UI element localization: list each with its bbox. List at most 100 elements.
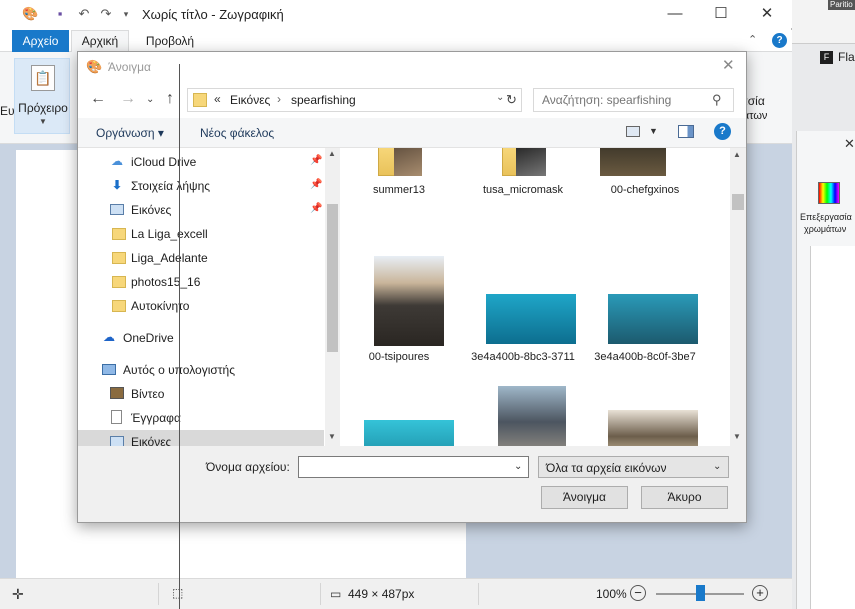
cancel-button[interactable]: Άκυρο (641, 486, 728, 509)
file-grid: summer13 tusa_micromask 00-chefgxinos 00… (340, 148, 746, 446)
download-icon: ⬇ (111, 178, 123, 192)
redo-icon[interactable]: ↷ (98, 6, 114, 22)
chevron-up-icon[interactable]: ▲ (328, 149, 336, 158)
close-icon[interactable]: ✕ (744, 0, 790, 28)
video-icon (110, 387, 124, 399)
zoom-in-icon[interactable]: + (752, 585, 768, 601)
address-bar[interactable]: « Εικόνες › spearfishing ⌄ (187, 88, 522, 112)
pin-icon[interactable]: 📌 (310, 179, 322, 190)
pictures-icon (110, 204, 124, 215)
file-item-summer13[interactable]: summer13 (340, 148, 458, 248)
clipboard-button[interactable]: 📋 Πρόχειρο ▼ (14, 58, 70, 134)
filename-combobox[interactable]: ⌄ (298, 456, 529, 478)
zoom-out-icon[interactable]: − (630, 585, 646, 601)
search-box[interactable]: ⚲ (533, 88, 734, 112)
nav-item-onedrive[interactable]: ☁ OneDrive (78, 326, 324, 350)
chevron-down-icon[interactable]: ▼ (328, 432, 336, 441)
edit-colors-label-2: χρωμάτων (804, 224, 847, 234)
nav-item-la-liga-excell[interactable]: La Liga_excell (78, 222, 324, 246)
chevron-down-icon: ⌄ (713, 461, 722, 472)
minimize-icon[interactable]: — (652, 0, 698, 28)
refresh-icon[interactable]: ↻ (502, 88, 522, 112)
up-arrow-icon[interactable]: ↑ (166, 90, 174, 108)
tab-view[interactable]: Προβολή (134, 30, 206, 52)
folder-icon (112, 228, 126, 240)
file-item-00-chefgxinos[interactable]: 00-chefgxinos (586, 148, 704, 248)
image-size: 449 × 487px (348, 587, 415, 601)
nav-item-liga-adelante[interactable]: Liga_Adelante (78, 246, 324, 270)
close-icon[interactable]: ✕ (722, 56, 735, 74)
photo-thumbnail (364, 420, 454, 446)
nav-item-car[interactable]: Αυτοκίνητο (78, 294, 324, 318)
undo-icon[interactable]: ↶ (76, 6, 92, 22)
open-button[interactable]: Άνοιγμα (541, 486, 628, 509)
status-bar: ✛ ⬚ ▭ 449 × 487px 100% − + (0, 578, 792, 609)
status-divider (478, 583, 479, 605)
file-name: tusa_micromask (482, 184, 564, 196)
background-tab[interactable]: Paritio (828, 0, 855, 10)
flash-label[interactable]: Fla (838, 50, 855, 64)
zoom-slider-thumb[interactable] (695, 585, 705, 601)
edit-colors-icon[interactable] (818, 182, 840, 204)
pin-icon[interactable]: 📌 (310, 203, 322, 214)
change-view-icon[interactable] (626, 126, 640, 137)
nav-item-videos[interactable]: Βίντεο (78, 382, 324, 406)
icloud-icon: ☁ (111, 154, 123, 168)
nav-item-pictures-selected[interactable]: Εικόνες (78, 430, 324, 446)
paint-app-icon[interactable]: 🎨 (22, 6, 38, 22)
forward-arrow-icon[interactable]: → (120, 90, 136, 108)
tab-home[interactable]: Αρχική (71, 30, 129, 53)
preview-pane-icon[interactable] (678, 125, 694, 138)
nav-item-downloads[interactable]: ⬇ Στοιχεία λήψης 📌 (78, 174, 324, 198)
chevron-down-icon[interactable]: ▼ (733, 432, 741, 441)
nav-item-label: Βίντεο (131, 387, 165, 401)
computer-icon (102, 364, 116, 375)
photo-thumbnail (608, 294, 698, 344)
chevron-down-icon[interactable]: ▼ (649, 126, 658, 136)
breadcrumb-pictures[interactable]: Εικόνες (230, 93, 270, 107)
chevron-up-icon[interactable]: ▲ (733, 150, 741, 159)
help-icon[interactable]: ? (714, 123, 731, 140)
search-icon[interactable]: ⚲ (712, 92, 722, 108)
close-icon[interactable]: ✕ (844, 136, 855, 152)
file-item-tusa-micromask[interactable]: tusa_micromask (464, 148, 582, 248)
file-type-value: Όλα τα αρχεία εικόνων (546, 461, 667, 475)
address-overflow[interactable]: « (214, 92, 221, 106)
filename-input[interactable] (299, 457, 509, 477)
file-item-24-6-11a[interactable]: 24-6-11a (586, 386, 704, 446)
file-grid-scrollbar-thumb[interactable] (732, 194, 744, 210)
selection-size-icon: ⬚ (172, 586, 184, 600)
back-arrow-icon[interactable]: ← (90, 90, 106, 108)
maximize-icon[interactable]: ☐ (698, 0, 744, 28)
new-folder-button[interactable]: Νέος φάκελος (200, 126, 274, 140)
nav-item-photos15-16[interactable]: photos15_16 (78, 270, 324, 294)
file-item-3e4a400b-8c35-e[interactable]: 3e4a400b-8c35-e (340, 386, 458, 446)
chevron-down-icon[interactable]: ⌄ (514, 461, 522, 472)
search-input[interactable] (534, 89, 709, 111)
file-grid-scrollbar[interactable] (730, 148, 746, 446)
file-item-3e4a400b-8bc3-3711[interactable]: 3e4a400b-8bc3-3711 (464, 254, 582, 374)
nav-item-label: iCloud Drive (131, 155, 197, 169)
help-icon[interactable]: ? (772, 33, 787, 48)
organize-button[interactable]: Οργάνωση ▾ (96, 126, 164, 140)
documents-icon (111, 410, 122, 424)
file-item-00-tsipoures[interactable]: 00-tsipoures (340, 254, 458, 374)
nav-scrollbar-thumb[interactable] (327, 204, 338, 352)
ribbon-collapse-icon[interactable]: ⌃ (748, 33, 757, 46)
file-type-select[interactable]: Όλα τα αρχεία εικόνων ⌄ (538, 456, 729, 478)
nav-item-this-pc[interactable]: Αυτός ο υπολογιστής (78, 358, 324, 382)
nav-item-icloud-drive[interactable]: ☁ iCloud Drive 📌 (78, 150, 324, 174)
nav-item-pictures[interactable]: Εικόνες 📌 (78, 198, 324, 222)
pin-icon[interactable]: 📌 (310, 155, 322, 166)
photo-thumbnail (498, 386, 566, 446)
file-item-3e4a400b-8c0f-3be7[interactable]: 3e4a400b-8c0f-3be7 (586, 254, 704, 374)
breadcrumb-separator[interactable]: › (277, 92, 281, 106)
recent-locations-icon[interactable]: ⌄ (146, 94, 154, 105)
tab-file[interactable]: Αρχείο (12, 30, 69, 52)
nav-item-label: OneDrive (123, 331, 174, 345)
nav-item-documents[interactable]: Έγγραφα (78, 406, 324, 430)
save-icon[interactable]: ▪ (52, 6, 68, 22)
breadcrumb-spearfishing[interactable]: spearfishing (291, 93, 356, 107)
file-item-3e4ad1f3-ed0c-b[interactable]: 3e4ad1f3-ed0c-b (464, 386, 582, 446)
customize-qat-icon[interactable]: ▾ (118, 6, 134, 22)
